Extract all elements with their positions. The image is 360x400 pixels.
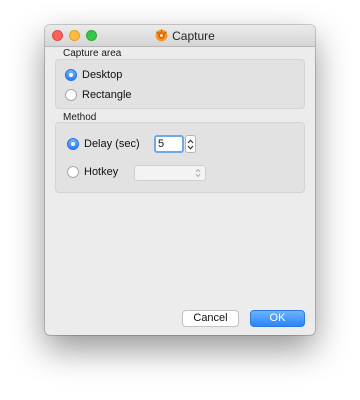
capture-dialog: Capture Capture area Desktop Rectangle M… [45, 25, 315, 335]
title-bar: Capture [45, 25, 315, 47]
rectangle-option[interactable]: Rectangle [65, 89, 132, 101]
stepper-up-icon[interactable] [187, 138, 194, 144]
window-title-group: Capture [45, 25, 315, 46]
method-panel: Delay (sec) 5 Hotkey [55, 122, 305, 193]
cancel-button[interactable]: Cancel [182, 310, 239, 327]
capture-area-label: Capture area [63, 48, 122, 59]
chevron-updown-icon [195, 168, 201, 178]
rectangle-radio[interactable] [65, 89, 77, 101]
delay-label: Delay (sec) [84, 138, 140, 150]
delay-seconds-input[interactable]: 5 [154, 135, 184, 153]
delay-option[interactable]: Delay (sec) [67, 138, 140, 150]
delay-stepper[interactable] [185, 135, 196, 153]
stepper-down-icon[interactable] [187, 145, 194, 150]
hotkey-label: Hotkey [84, 166, 119, 178]
desktop-option[interactable]: Desktop [65, 69, 122, 81]
capture-app-icon [155, 29, 168, 42]
hotkey-option[interactable]: Hotkey [67, 166, 118, 178]
desktop-radio[interactable] [65, 69, 77, 81]
ok-button[interactable]: OK [250, 310, 305, 327]
delay-radio[interactable] [67, 138, 79, 150]
desktop-label: Desktop [82, 69, 123, 81]
hotkey-select[interactable] [134, 165, 206, 181]
capture-area-panel: Desktop Rectangle [55, 59, 305, 109]
hotkey-radio[interactable] [67, 166, 79, 178]
window-title: Capture [172, 28, 215, 43]
rectangle-label: Rectangle [82, 89, 132, 101]
